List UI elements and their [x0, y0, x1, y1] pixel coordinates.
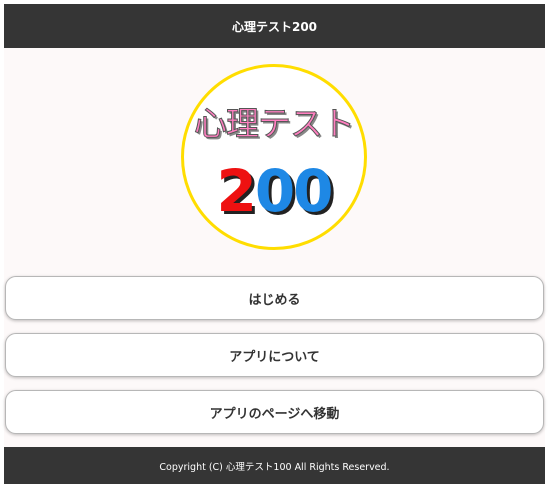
page-title: 心理テスト200 — [231, 19, 318, 34]
app-frame: 心理テスト200 心理テスト 200 はじめる アプリについて アプリのページへ… — [4, 4, 545, 484]
go-to-app-page-button-label: アプリのページへ移動 — [209, 406, 340, 422]
app-header: 心理テスト200 — [4, 4, 545, 48]
logo-number-first: 2 — [216, 157, 256, 225]
start-button-label: はじめる — [248, 292, 301, 308]
start-button[interactable]: はじめる — [5, 276, 544, 320]
go-to-app-page-button[interactable]: アプリのページへ移動 — [5, 390, 544, 434]
app-logo: 心理テスト 200 — [181, 64, 367, 250]
about-app-button-label: アプリについて — [229, 349, 320, 365]
about-app-button[interactable]: アプリについて — [5, 333, 544, 377]
app-footer: Copyright (C) 心理テスト100 All Rights Reserv… — [4, 447, 545, 484]
logo-number-rest: 00 — [254, 157, 334, 225]
logo-text: 心理テスト — [194, 104, 356, 144]
copyright-text: Copyright (C) 心理テスト100 All Rights Reserv… — [159, 461, 390, 473]
logo-number: 200 — [181, 156, 367, 226]
